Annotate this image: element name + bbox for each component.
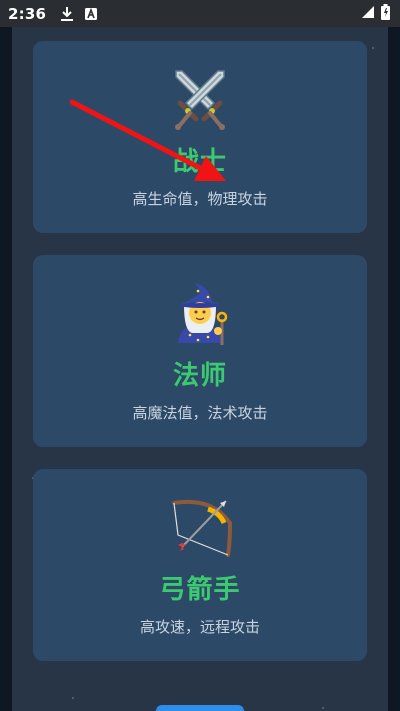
download-icon <box>60 6 74 22</box>
right-edge <box>388 27 400 711</box>
class-title: 法师 <box>172 361 227 391</box>
battery-icon <box>381 3 390 24</box>
class-selection-screen: 2:36 战士 高生命值，物理攻击 法师 高魔法值，法术攻击 弓箭手 高攻速，远… <box>0 0 400 711</box>
class-card-warrior[interactable]: 战士 高生命值，物理攻击 <box>33 41 367 233</box>
crossed-swords-icon <box>168 67 232 131</box>
class-description: 高魔法值，法术攻击 <box>132 404 268 422</box>
status-time: 2:36 <box>8 4 47 23</box>
notification-a-icon <box>84 7 98 21</box>
bow-and-arrow-icon <box>168 495 233 559</box>
left-edge <box>0 27 12 711</box>
status-bar: 2:36 <box>0 0 400 27</box>
confirm-button[interactable] <box>156 705 244 711</box>
class-card-archer[interactable]: 弓箭手 高攻速，远程攻击 <box>33 469 367 661</box>
class-description: 高生命值，物理攻击 <box>132 190 268 208</box>
signal-icon <box>361 4 375 23</box>
class-title: 战士 <box>172 147 227 177</box>
class-description: 高攻速，远程攻击 <box>139 618 260 636</box>
mage-icon <box>168 281 232 345</box>
class-card-mage[interactable]: 法师 高魔法值，法术攻击 <box>33 255 367 447</box>
class-title: 弓箭手 <box>159 575 241 605</box>
